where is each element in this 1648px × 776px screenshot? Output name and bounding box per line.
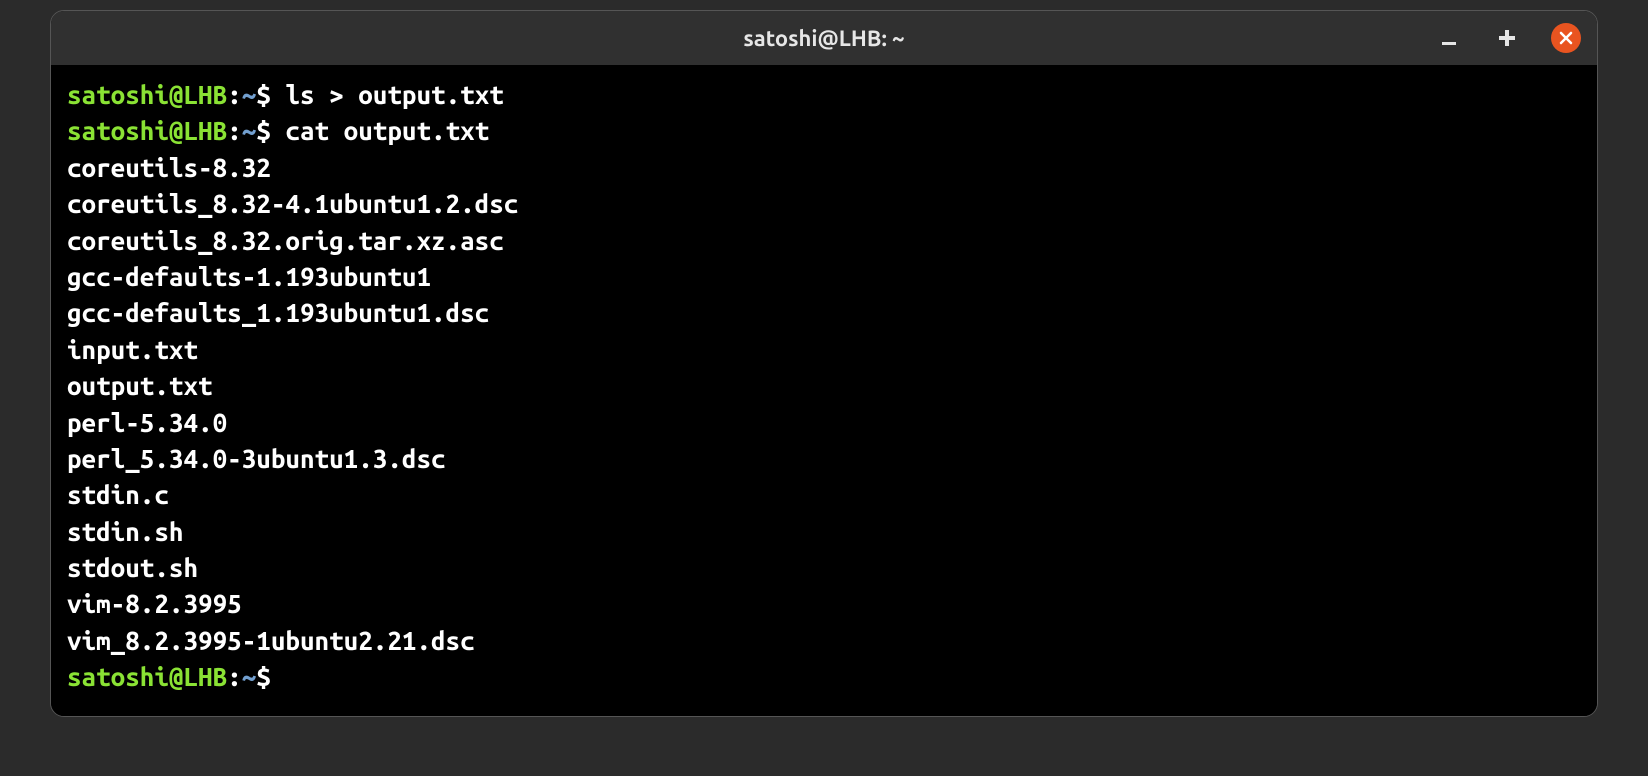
maximize-button[interactable] [1493,24,1521,52]
minimize-icon [1440,29,1458,47]
command-text: cat output.txt [285,116,489,145]
plus-icon [1497,28,1517,48]
close-button[interactable] [1551,23,1581,53]
prompt-dollar: $ [256,80,285,109]
output-text: gcc-defaults-1.193ubuntu1 [67,262,431,291]
terminal-line: input.txt [67,332,1581,368]
prompt-user-host: satoshi@LHB [67,662,227,691]
output-text: gcc-defaults_1.193ubuntu1.dsc [67,298,489,327]
output-text: coreutils_8.32.orig.tar.xz.asc [67,226,504,255]
terminal-window: satoshi@LHB: ~ satoshi@LHB:~$ l [50,10,1598,717]
output-text: perl_5.34.0-3ubuntu1.3.dsc [67,444,446,473]
output-text: output.txt [67,371,213,400]
output-text: coreutils_8.32-4.1ubuntu1.2.dsc [67,189,518,218]
prompt-path: ~ [242,80,257,109]
prompt-colon: : [227,80,242,109]
terminal-line: perl_5.34.0-3ubuntu1.3.dsc [67,441,1581,477]
output-text: input.txt [67,335,198,364]
prompt-user-host: satoshi@LHB [67,80,227,109]
prompt-dollar: $ [256,662,285,691]
output-text: stdout.sh [67,553,198,582]
prompt-path: ~ [242,662,257,691]
terminal-line: coreutils_8.32-4.1ubuntu1.2.dsc [67,186,1581,222]
window-title: satoshi@LHB: ~ [743,26,904,51]
terminal-line: gcc-defaults_1.193ubuntu1.dsc [67,295,1581,331]
terminal-line: satoshi@LHB:~$ [67,659,1581,695]
terminal-line: vim-8.2.3995 [67,586,1581,622]
output-text: coreutils-8.32 [67,153,271,182]
prompt-colon: : [227,662,242,691]
terminal-line: stdin.c [67,477,1581,513]
output-text: perl-5.34.0 [67,408,227,437]
output-text: stdin.sh [67,517,183,546]
terminal-line: coreutils_8.32.orig.tar.xz.asc [67,223,1581,259]
terminal-line: output.txt [67,368,1581,404]
prompt-user-host: satoshi@LHB [67,116,227,145]
terminal-line: satoshi@LHB:~$ ls > output.txt [67,77,1581,113]
terminal-line: stdin.sh [67,514,1581,550]
output-text: vim_8.2.3995-1ubuntu2.21.dsc [67,626,475,655]
output-text: stdin.c [67,480,169,509]
terminal-line: stdout.sh [67,550,1581,586]
window-controls [1435,23,1581,53]
terminal-line: perl-5.34.0 [67,405,1581,441]
output-text: vim-8.2.3995 [67,589,242,618]
close-icon [1558,30,1574,46]
terminal-line: satoshi@LHB:~$ cat output.txt [67,113,1581,149]
minimize-button[interactable] [1435,24,1463,52]
command-text: ls > output.txt [285,80,503,109]
prompt-dollar: $ [256,116,285,145]
prompt-colon: : [227,116,242,145]
terminal-line: coreutils-8.32 [67,150,1581,186]
terminal-line: gcc-defaults-1.193ubuntu1 [67,259,1581,295]
terminal-body[interactable]: satoshi@LHB:~$ ls > output.txtsatoshi@LH… [51,65,1597,716]
titlebar: satoshi@LHB: ~ [51,11,1597,65]
prompt-path: ~ [242,116,257,145]
terminal-line: vim_8.2.3995-1ubuntu2.21.dsc [67,623,1581,659]
